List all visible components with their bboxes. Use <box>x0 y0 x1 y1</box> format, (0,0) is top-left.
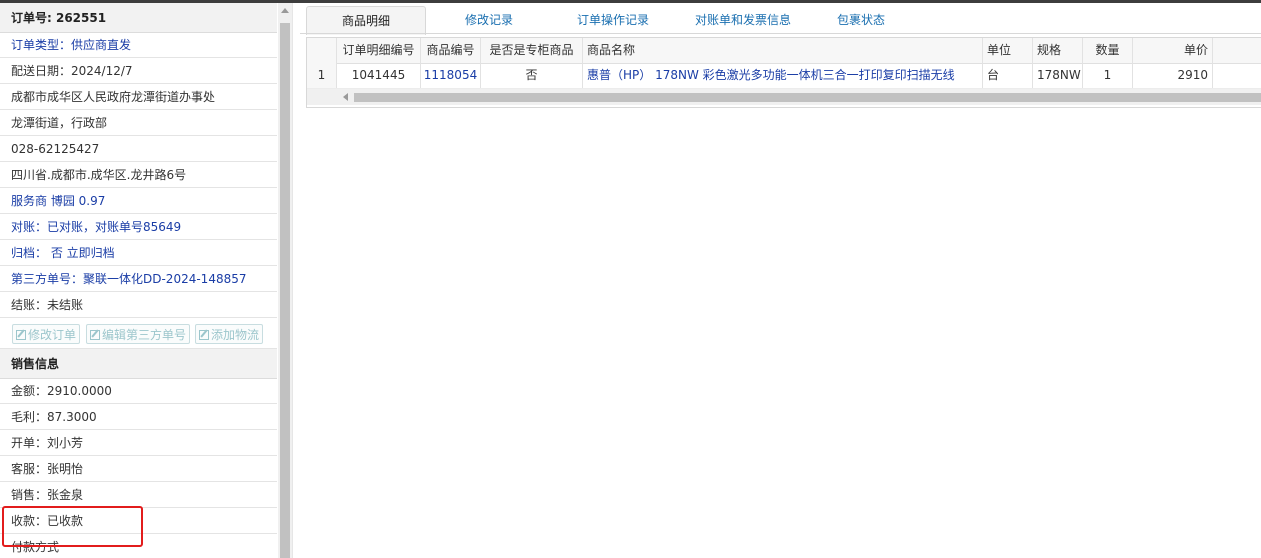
third-party-number[interactable]: 第三方单号：聚联一体化DD-2024-148857 <box>0 267 277 292</box>
edit-icon <box>90 330 100 340</box>
tab-underline <box>300 33 1261 34</box>
edit-third-party-label: 编辑第三方单号 <box>102 328 187 342</box>
left-panel-scrollbar[interactable] <box>278 3 292 558</box>
customer-phone: 028-62125427 <box>0 137 277 162</box>
order-action-bar: 修改订单 编辑第三方单号 添加物流 <box>0 320 277 349</box>
customer-dept: 龙潭街道，行政部 <box>0 111 277 136</box>
edit-icon <box>199 330 209 340</box>
tab-statement-invoice[interactable]: 对账单和发票信息 <box>683 6 803 34</box>
spec-cell: 178NW <box>1033 63 1083 88</box>
scrollbar-thumb[interactable] <box>280 23 290 558</box>
edit-order-label: 修改订单 <box>28 328 77 342</box>
settlement-status: 结账：未结账 <box>0 293 277 318</box>
sales-person: 销售：张金泉 <box>0 483 277 508</box>
add-logistics-label: 添加物流 <box>211 328 260 342</box>
customer-address: 四川省.成都市.成华区.龙井路6号 <box>0 163 277 188</box>
tab-product-details[interactable]: 商品明细 <box>306 6 426 35</box>
unit-cell: 台 <box>983 63 1033 88</box>
product-id-link[interactable]: 1118054 <box>421 63 481 88</box>
tab-package-status[interactable]: 包裹状态 <box>828 6 894 34</box>
sales-gross-profit: 毛利：87.3000 <box>0 405 277 430</box>
column-header-quantity[interactable]: 数量 <box>1083 38 1133 63</box>
column-header-spec[interactable]: 规格 <box>1033 38 1083 63</box>
scroll-left-icon[interactable] <box>343 93 348 101</box>
service-provider[interactable]: 服务商 博园 0.97 <box>0 189 277 214</box>
row-index: 1 <box>307 63 337 88</box>
detail-id-cell: 1041445 <box>337 63 421 88</box>
column-header-counter-product[interactable]: 是否是专柜商品 <box>481 38 583 63</box>
sales-customer-service: 客服：张明怡 <box>0 457 277 482</box>
column-header-index <box>307 38 337 63</box>
column-header-detail-id[interactable]: 订单明细编号 <box>337 38 421 63</box>
quantity-cell: 1 <box>1083 63 1133 88</box>
sales-info-header: 销售信息 <box>0 349 277 379</box>
edit-third-party-button[interactable]: 编辑第三方单号 <box>86 324 191 344</box>
delivery-date: 配送日期：2024/12/7 <box>0 59 277 84</box>
table-row[interactable]: 1 1041445 1118054 否 惠普（HP） 178NW 彩色激光多功能… <box>307 63 1261 89</box>
column-header-product-name[interactable]: 商品名称 <box>583 38 983 63</box>
order-number-header: 订单号: 262551 <box>0 3 277 33</box>
horizontal-scrollbar-thumb[interactable] <box>354 93 1261 102</box>
product-name-link[interactable]: 惠普（HP） 178NW 彩色激光多功能一体机三合一打印复印扫描无线 <box>583 63 983 88</box>
customer-name: 成都市成华区人民政府龙潭街道办事处 <box>0 85 277 110</box>
unit-price-cell: 2910 <box>1133 63 1213 88</box>
table-horizontal-scrollbar[interactable] <box>307 89 1261 105</box>
order-info-panel: 订单号: 262551 订单类型：供应商直发 配送日期：2024/12/7 成都… <box>0 3 279 558</box>
column-header-unit-price[interactable]: 单价 <box>1133 38 1213 63</box>
sales-issuer: 开单：刘小芳 <box>0 431 277 456</box>
panel-splitter[interactable] <box>292 3 301 558</box>
tab-operation-log[interactable]: 订单操作记录 <box>568 6 658 34</box>
highlight-box <box>2 506 143 547</box>
table-header: 订单明细编号 商品编号 是否是专柜商品 商品名称 单位 规格 数量 单价 <box>307 38 1261 64</box>
column-header-product-id[interactable]: 商品编号 <box>421 38 481 63</box>
counter-product-cell: 否 <box>481 63 583 88</box>
product-table: 订单明细编号 商品编号 是否是专柜商品 商品名称 单位 规格 数量 单价 1 1… <box>306 37 1261 108</box>
scroll-up-icon[interactable] <box>281 8 289 13</box>
edit-order-button[interactable]: 修改订单 <box>12 324 81 344</box>
reconciliation-status[interactable]: 对账：已对账，对账单号85649 <box>0 215 277 240</box>
order-type: 订单类型：供应商直发 <box>0 33 277 58</box>
sales-amount: 金额：2910.0000 <box>0 379 277 404</box>
add-logistics-button[interactable]: 添加物流 <box>195 324 264 344</box>
tab-modification-log[interactable]: 修改记录 <box>450 6 528 34</box>
tab-bar: 商品明细 修改记录 订单操作记录 对账单和发票信息 包裹状态 <box>300 3 1261 35</box>
column-header-unit[interactable]: 单位 <box>983 38 1033 63</box>
archive-status[interactable]: 归档： 否 立即归档 <box>0 241 277 266</box>
edit-icon <box>16 330 26 340</box>
